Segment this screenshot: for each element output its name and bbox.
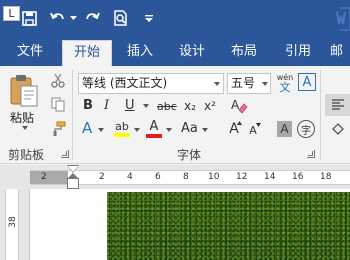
ruler-number: 8 bbox=[183, 172, 189, 182]
save-icon[interactable] bbox=[18, 7, 40, 29]
bold-button[interactable]: B bbox=[83, 98, 93, 114]
change-case-button[interactable]: Aa bbox=[181, 121, 198, 137]
paste-dropdown-icon[interactable] bbox=[22, 126, 28, 130]
font-color-icon[interactable]: A bbox=[145, 119, 163, 139]
tab-mailings[interactable]: 邮 bbox=[330, 38, 350, 66]
font-name-value: 等线 (西文正文) bbox=[82, 76, 168, 90]
font-name-dropdown-icon[interactable] bbox=[214, 82, 220, 86]
tab-insert[interactable]: 插入 bbox=[118, 38, 162, 66]
ruler-number: 2 bbox=[41, 172, 47, 182]
character-shading-icon[interactable]: A bbox=[277, 121, 292, 137]
shrink-font-icon[interactable]: A bbox=[245, 122, 261, 138]
paste-button[interactable]: 粘贴 bbox=[10, 109, 34, 126]
font-group-label: 字体 bbox=[177, 148, 202, 162]
clipboard-group-label: 剪贴板 bbox=[8, 148, 45, 162]
highlight-dropdown-icon[interactable] bbox=[134, 128, 140, 132]
tab-selector[interactable]: L bbox=[3, 6, 20, 21]
ruler-number: 14 bbox=[264, 172, 276, 182]
redo-icon[interactable] bbox=[82, 7, 102, 29]
font-name-combobox[interactable]: 等线 (西文正文) bbox=[78, 73, 224, 94]
grow-font-icon[interactable]: A bbox=[226, 120, 242, 138]
font-size-value: 五号 bbox=[231, 76, 256, 90]
text-effects-button[interactable]: A bbox=[82, 120, 92, 136]
ribbon-tab-row: 文件 开始 插入 设计 布局 引用 邮 bbox=[0, 38, 350, 66]
highlight-icon[interactable]: ab bbox=[112, 119, 132, 139]
grass-image[interactable] bbox=[107, 192, 350, 260]
print-preview-icon[interactable] bbox=[110, 7, 132, 29]
vertical-ruler[interactable]: 38 bbox=[5, 189, 19, 260]
text-effects-dropdown-icon[interactable] bbox=[98, 128, 104, 132]
font-size-dropdown-icon[interactable] bbox=[262, 82, 268, 86]
highlight-color-bar bbox=[114, 133, 130, 137]
undo-icon[interactable] bbox=[48, 7, 68, 29]
subscript-button[interactable]: x₂ bbox=[184, 98, 196, 114]
group-divider bbox=[72, 70, 73, 160]
copy-icon[interactable] bbox=[50, 96, 66, 112]
tab-layout[interactable]: 布局 bbox=[222, 38, 266, 66]
change-case-dropdown-icon[interactable] bbox=[202, 128, 208, 132]
customize-dropdown-icon[interactable] bbox=[142, 7, 156, 29]
tab-home[interactable]: 开始 bbox=[62, 40, 112, 66]
vertical-ruler-number: 38 bbox=[8, 216, 18, 228]
underline-dropdown-icon[interactable] bbox=[143, 104, 149, 108]
undo-dropdown-icon[interactable] bbox=[68, 7, 78, 29]
superscript-button[interactable]: x² bbox=[204, 98, 216, 114]
ruler-number: 16 bbox=[292, 172, 304, 182]
ruler-margin bbox=[30, 171, 68, 184]
tab-file[interactable]: 文件 bbox=[8, 38, 52, 66]
tab-references[interactable]: 引用 bbox=[276, 38, 320, 66]
word-logo-icon bbox=[320, 6, 350, 32]
ribbon-home: 粘贴 剪贴板 等线 (西文正文) 五号 wén 文 A B I U abc x₂… bbox=[0, 66, 350, 164]
group-divider bbox=[320, 70, 321, 160]
ruler-number: 6 bbox=[155, 172, 161, 182]
character-border-icon[interactable]: A bbox=[298, 73, 316, 91]
paste-icon[interactable] bbox=[8, 74, 40, 108]
enclose-characters-icon[interactable]: 字 bbox=[297, 120, 315, 138]
ruler-number: 18 bbox=[320, 172, 332, 182]
font-launcher-icon[interactable] bbox=[307, 150, 315, 158]
shading-icon[interactable] bbox=[326, 120, 350, 138]
strikethrough-button[interactable]: abc bbox=[157, 99, 177, 115]
clear-formatting-icon[interactable]: A bbox=[229, 96, 249, 114]
cut-icon[interactable] bbox=[50, 72, 66, 88]
ruler-number: 2 bbox=[99, 172, 105, 182]
hanging-indent-marker[interactable] bbox=[67, 173, 79, 189]
title-bar bbox=[0, 0, 350, 38]
ruler-number: 10 bbox=[208, 172, 220, 182]
phonetic-guide-icon[interactable]: wén 文 bbox=[275, 71, 295, 95]
font-color-dropdown-icon[interactable] bbox=[166, 128, 172, 132]
ruler-number: 12 bbox=[236, 172, 248, 182]
underline-button[interactable]: U bbox=[125, 98, 135, 114]
align-left-icon[interactable] bbox=[325, 94, 350, 116]
clipboard-launcher-icon[interactable] bbox=[61, 150, 69, 158]
font-color-bar bbox=[146, 134, 162, 138]
first-line-indent-fill bbox=[68, 166, 78, 172]
tab-design[interactable]: 设计 bbox=[170, 38, 214, 66]
ruler-number: 4 bbox=[127, 172, 133, 182]
format-painter-icon[interactable] bbox=[50, 120, 66, 136]
italic-button[interactable]: I bbox=[104, 98, 109, 114]
